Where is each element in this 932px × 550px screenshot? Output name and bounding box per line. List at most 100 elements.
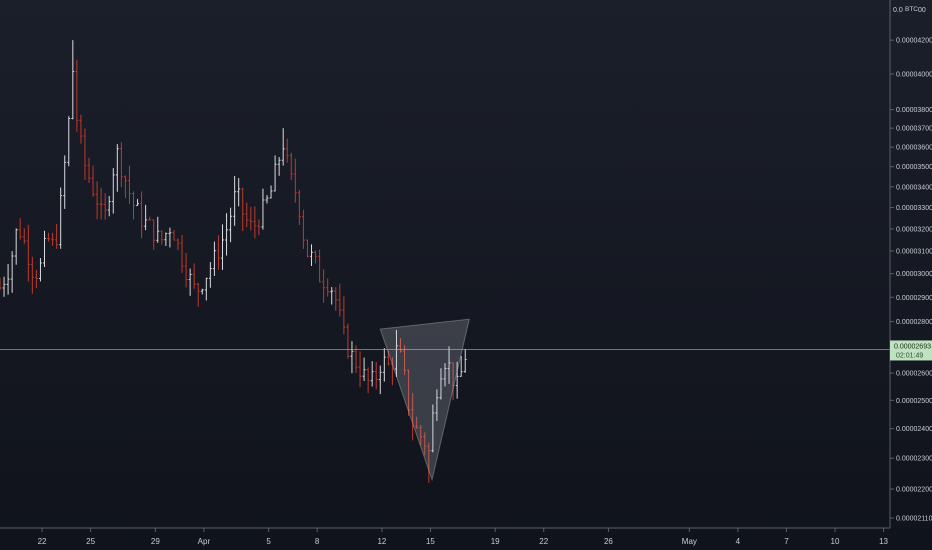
ohlc-bar	[188, 268, 192, 296]
ohlc-bar	[83, 128, 87, 180]
ohlc-bar	[297, 189, 301, 226]
ohlc-bar	[281, 128, 285, 166]
ohlc-bar	[204, 277, 208, 301]
ohlc-bar	[221, 224, 224, 270]
y-tick-label: 0.00002400	[896, 426, 932, 433]
ohlc-bar	[269, 185, 273, 199]
ohlc-bar	[128, 165, 131, 204]
ohlc-bar	[366, 367, 370, 394]
price-chart[interactable]: 0.0 BTC 00 0.00004200 0.00004000 0.0000380…	[0, 0, 932, 550]
x-tick-label: 15	[426, 537, 435, 546]
x-tick-label: 25	[86, 537, 95, 546]
ohlc-bar	[119, 142, 123, 188]
x-tick-label: Apr	[198, 537, 211, 546]
ohlc-bar	[79, 114, 83, 144]
y-tick-label: 0.00002800	[896, 319, 932, 326]
ohlc-bar	[237, 178, 241, 207]
ohlc-bar	[330, 287, 334, 305]
ohlc-bar	[103, 193, 107, 220]
ohlc-bar	[200, 288, 204, 295]
ohlc-bar	[168, 227, 172, 248]
ohlc-bar	[51, 232, 54, 246]
x-tick-label: 26	[604, 537, 613, 546]
ohlc-bar	[306, 239, 309, 258]
ohlc-bar	[213, 241, 216, 276]
currency-label: BTC	[905, 6, 918, 13]
ohlc-bar	[241, 187, 245, 232]
ohlc-bar	[144, 204, 148, 231]
price-axis[interactable]: 0.0 BTC 00 0.00004200 0.00004000 0.0000380…	[889, 0, 932, 528]
ohlc-bar	[257, 219, 261, 236]
ohlc-bar	[87, 157, 91, 183]
ohlc-bar	[124, 175, 127, 199]
ohlc-bar	[180, 234, 184, 274]
ohlc-bar	[152, 219, 156, 250]
ohlc-bar	[91, 165, 95, 197]
ohlc-bar	[14, 228, 18, 265]
x-tick-label: 4	[736, 537, 741, 546]
ohlc-bar	[30, 256, 34, 294]
ohlc-bar	[22, 228, 26, 244]
y-tick-label: 0.00003300	[896, 205, 932, 212]
ohlc-bar	[253, 206, 257, 239]
ohlc-bar	[26, 224, 30, 282]
pattern-triangle[interactable]	[379, 318, 470, 482]
x-tick-label: 22	[38, 537, 47, 546]
ohlc-bar	[192, 263, 196, 289]
ohlc-bar	[225, 213, 228, 256]
ohlc-bar	[374, 362, 378, 390]
x-tick-label: 7	[784, 537, 789, 546]
ohlc-bar	[164, 232, 168, 246]
y-tick-label: 0.00002500	[896, 398, 932, 405]
ohlc-bar	[47, 232, 50, 242]
ohlc-bar	[59, 187, 63, 249]
ohlc-bar	[285, 138, 289, 163]
ohlc-bar	[273, 155, 277, 192]
ohlc-bar	[362, 357, 366, 382]
ohlc-bar	[111, 168, 115, 214]
ohlc-bar	[382, 348, 386, 382]
top-tick-label-suffix: 00	[918, 7, 926, 14]
ohlc-bar	[75, 59, 79, 132]
y-tick-label: 0.00003500	[896, 164, 932, 171]
x-tick-label: 5	[266, 537, 271, 546]
ohlc-bar	[229, 207, 232, 243]
ohlc-bar	[172, 229, 176, 241]
ohlc-bar	[346, 323, 350, 359]
ohlc-bar	[132, 191, 135, 220]
ohlc-bar	[318, 249, 321, 283]
time-axis[interactable]: 22 25 29 Apr 5 8 12 15 19 22 26 May 4 7 10 13	[0, 527, 890, 546]
ohlc-bar	[342, 296, 346, 335]
ohlc-bar	[156, 216, 160, 243]
ohlc-bar	[245, 202, 249, 228]
ohlc-bars	[0, 40, 467, 483]
x-tick-label: 13	[879, 537, 888, 546]
y-tick-label: 0.00003100	[896, 248, 932, 255]
x-tick-label: 12	[377, 537, 386, 546]
ohlc-bar	[208, 262, 212, 288]
ohlc-bar	[310, 244, 313, 266]
ohlc-bar	[463, 348, 467, 373]
y-tick-label: 0.00002900	[896, 295, 932, 302]
ohlc-bar	[289, 152, 293, 180]
ohlc-bar	[196, 282, 200, 307]
ohlc-bar	[378, 365, 382, 395]
y-tick-label: 0.00003400	[896, 184, 932, 191]
ohlc-bar	[99, 188, 103, 220]
ohlc-bar	[293, 158, 297, 203]
x-tick-label: 8	[315, 537, 320, 546]
ohlc-bar	[322, 269, 326, 303]
y-tick-label: 0.00002200	[896, 487, 932, 494]
ohlc-bar	[115, 144, 119, 192]
ohlc-bar	[261, 188, 265, 230]
ohlc-bar	[6, 264, 10, 295]
ohlc-bar	[148, 216, 152, 221]
ohlc-bar	[326, 278, 330, 297]
ohlc-bar	[334, 287, 338, 311]
y-tick-label: 0.00003600	[896, 145, 932, 152]
ohlc-bar	[39, 258, 42, 282]
y-tick-label: 0.00002300	[896, 456, 932, 463]
top-tick-label: 0.0	[893, 7, 903, 14]
ohlc-bar	[233, 176, 237, 226]
y-tick-label: 0.00002600	[896, 371, 932, 378]
